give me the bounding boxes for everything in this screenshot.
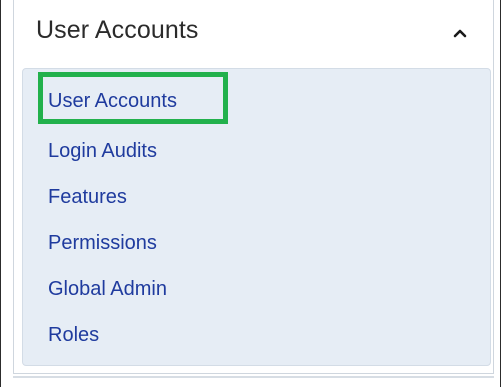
bottom-divider [13,376,494,378]
menu-item-permissions[interactable]: Permissions [48,232,157,255]
submenu-list: User Accounts Login Audits Features Perm… [22,68,491,366]
menu-item-user-accounts[interactable]: User Accounts [48,90,177,113]
user-accounts-panel: User Accounts User Accounts Login Audits… [13,0,494,374]
menu-item-global-admin[interactable]: Global Admin [48,278,167,301]
window-frame: User Accounts User Accounts Login Audits… [0,0,501,387]
panel-title: User Accounts [36,16,199,44]
menu-item-features[interactable]: Features [48,186,127,209]
panel-header[interactable]: User Accounts [14,0,493,66]
chevron-up-icon[interactable] [449,22,471,44]
menu-item-login-audits[interactable]: Login Audits [48,140,157,163]
menu-item-roles[interactable]: Roles [48,324,99,347]
